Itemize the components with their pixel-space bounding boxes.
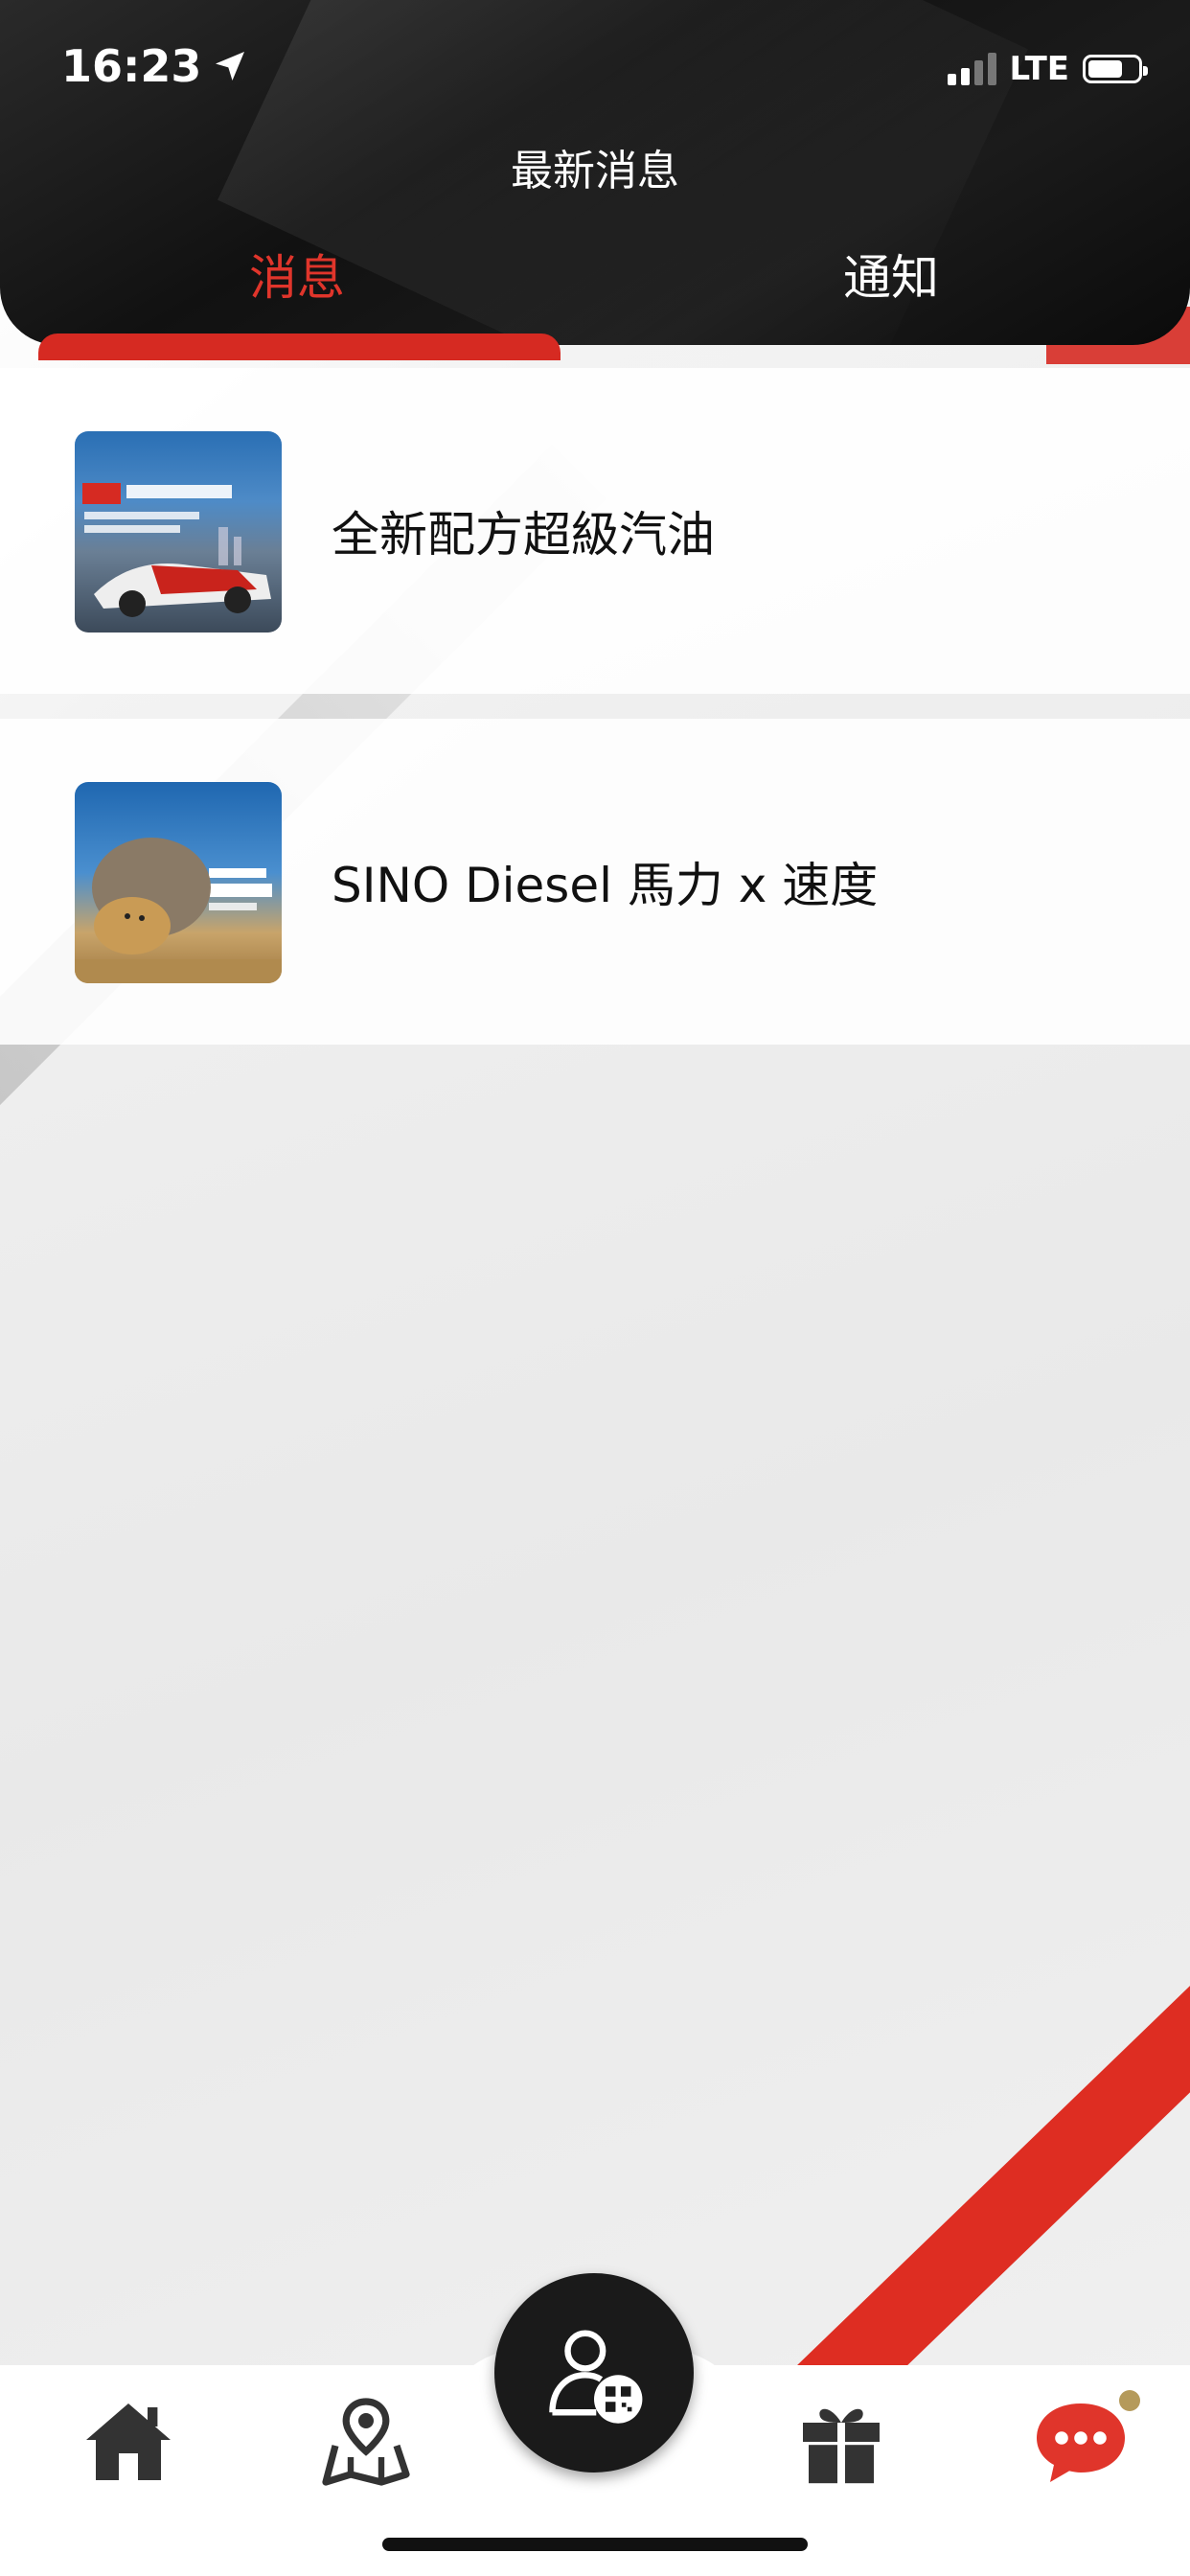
elephant-cheetah-promo-image (75, 782, 282, 983)
home-icon[interactable] (82, 2396, 174, 2488)
member-qr-icon (549, 2330, 643, 2424)
location-arrow-icon (216, 52, 245, 80)
map-icon[interactable] (320, 2396, 412, 2488)
message-title: 全新配方超級汽油 (332, 507, 715, 563)
member-qr-button[interactable] (494, 2273, 694, 2472)
header: 16:23 LTE 最新消息 消息 通知 (0, 0, 1190, 345)
tab-messages[interactable]: 消息 (153, 240, 441, 309)
race-car-promo-image (75, 431, 282, 632)
message-list: 全新配方超級汽油 SINO Diesel 馬力 x 速度 (0, 368, 1190, 1070)
signal-icon (947, 53, 996, 85)
page-title: 最新消息 (511, 147, 679, 196)
list-item[interactable]: SINO Diesel 馬力 x 速度 (0, 719, 1190, 1045)
chat-icon[interactable] (1031, 2396, 1131, 2488)
clock: 16:23 (61, 40, 202, 92)
status-indicators: LTE (947, 50, 1148, 88)
list-item[interactable]: 全新配方超級汽油 (0, 368, 1190, 694)
notification-badge (1119, 2390, 1140, 2411)
battery-icon (1083, 55, 1148, 83)
home-indicator (382, 2538, 808, 2551)
message-title: SINO Diesel 馬力 x 速度 (332, 858, 879, 913)
gift-icon[interactable] (795, 2396, 887, 2488)
network-label: LTE (1009, 50, 1069, 88)
active-tab-indicator (38, 334, 561, 360)
status-time: 16:23 (61, 40, 249, 92)
tab-notices[interactable]: 通知 (747, 240, 1035, 309)
